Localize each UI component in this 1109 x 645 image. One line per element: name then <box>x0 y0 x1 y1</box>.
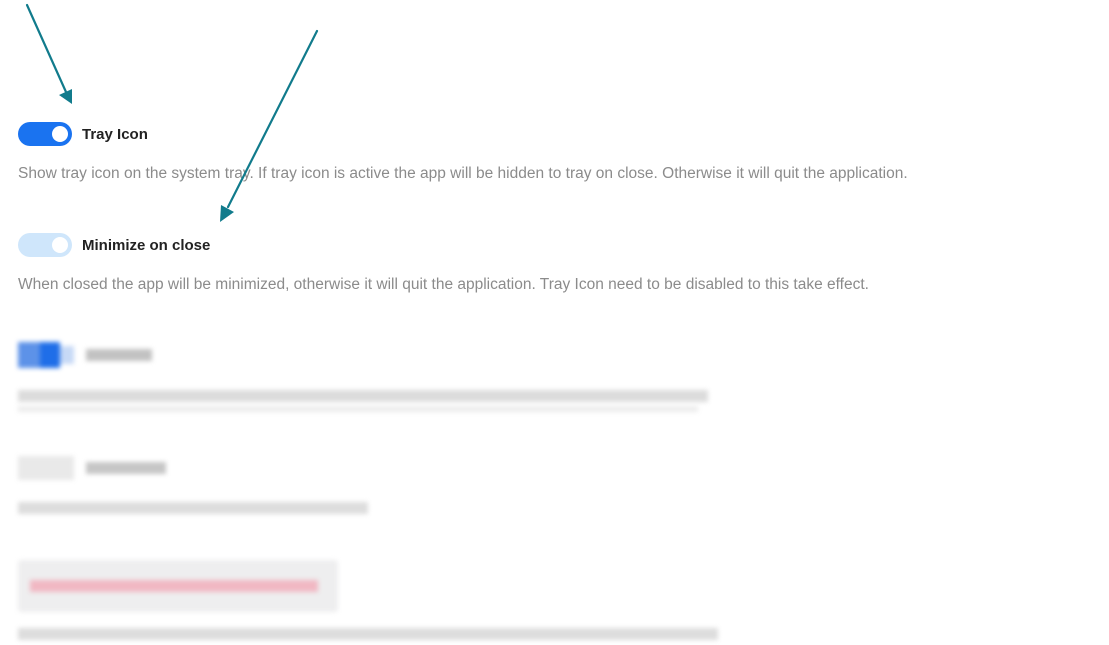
toggle-knob <box>52 126 68 142</box>
tray-icon-description: Show tray icon on the system tray. If tr… <box>18 165 908 182</box>
setting-minimize-row: Minimize on close <box>18 232 869 258</box>
tray-icon-label: Tray Icon <box>82 125 148 143</box>
redacted-input-text <box>30 580 318 592</box>
redacted-description <box>18 628 718 640</box>
setting-tray-icon: Tray Icon Show tray icon on the system t… <box>18 121 908 183</box>
setting-tray-icon-row: Tray Icon <box>18 121 908 147</box>
redacted-label <box>86 462 166 474</box>
annotation-arrows <box>25 3 319 222</box>
toggle-knob <box>52 237 68 253</box>
minimize-on-close-description: When closed the app will be minimized, o… <box>18 276 869 293</box>
redacted-label <box>86 349 152 361</box>
redacted-fragment <box>18 406 698 412</box>
setting-minimize-on-close: Minimize on close When closed the app wi… <box>18 232 869 294</box>
redacted-description <box>18 502 368 514</box>
minimize-on-close-label: Minimize on close <box>82 236 211 254</box>
redacted-toggle <box>18 342 74 368</box>
redacted-description <box>18 390 708 402</box>
arrow-to-tray-icon <box>25 3 72 104</box>
tray-icon-toggle[interactable] <box>18 122 72 146</box>
minimize-on-close-toggle[interactable] <box>18 233 72 257</box>
redacted-toggle <box>18 456 74 480</box>
